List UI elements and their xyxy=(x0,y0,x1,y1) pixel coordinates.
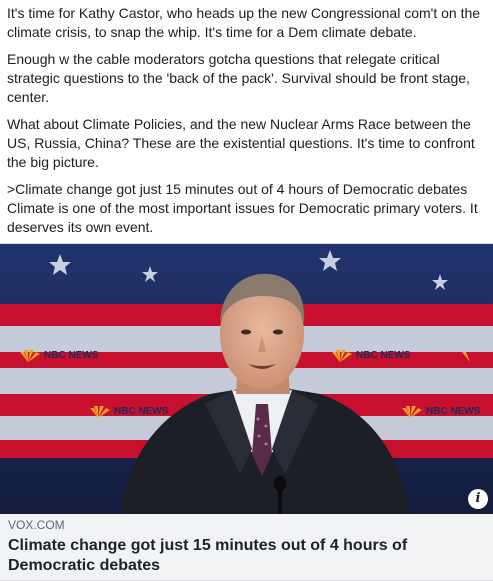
post-paragraph: Enough w the cable moderators gotcha que… xyxy=(7,51,470,105)
debate-photo: NBC NEWS NBC NEWS NBC NEWS NBC NEWS xyxy=(0,244,493,514)
link-headline[interactable]: Climate change got just 15 minutes out o… xyxy=(8,536,483,576)
nbc-logo-text: NBC NEWS xyxy=(356,350,411,361)
info-icon[interactable]: i xyxy=(468,489,488,509)
card-caption[interactable]: VOX.COM Climate change got just 15 minut… xyxy=(0,514,493,581)
nbc-logo-text: NBC NEWS xyxy=(114,406,169,417)
nbc-logo-text: NBC NEWS xyxy=(426,406,481,417)
post-paragraph: It's time for Kathy Castor, who heads up… xyxy=(7,5,481,40)
preview-image[interactable]: NBC NEWS NBC NEWS NBC NEWS NBC NEWS i xyxy=(0,244,493,514)
link-domain: VOX.COM xyxy=(8,518,65,532)
nbc-logo-text: NBC NEWS xyxy=(44,350,99,361)
post-paragraph: What about Climate Policies, and the new… xyxy=(7,116,475,170)
link-preview-card[interactable]: NBC NEWS NBC NEWS NBC NEWS NBC NEWS i VO… xyxy=(0,243,493,581)
post-paragraph: >Climate change got just 15 minutes out … xyxy=(7,181,478,235)
post-text: It's time for Kathy Castor, who heads up… xyxy=(0,0,493,237)
